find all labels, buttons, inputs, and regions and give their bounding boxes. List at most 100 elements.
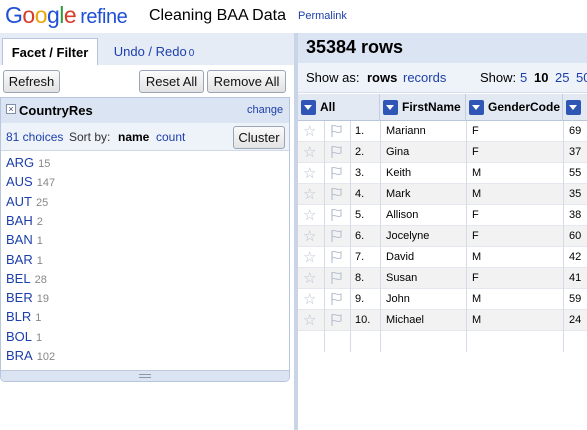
facet-change-link[interactable]: change [247, 104, 283, 116]
flag-icon[interactable] [329, 229, 343, 243]
cell-gendercode[interactable]: F [472, 209, 479, 221]
facet-choice-count: 1 [36, 235, 43, 248]
column-gendercode: GenderCode [466, 94, 563, 121]
cell-firstname[interactable]: Mariann [386, 125, 426, 137]
cell-firstname[interactable]: Allison [386, 209, 418, 221]
cell-firstname[interactable]: Michael [386, 314, 424, 326]
flag-icon[interactable] [329, 208, 343, 222]
facet-choice-count: 15 [38, 158, 51, 170]
tab-facet-filter[interactable]: Facet / Filter [2, 38, 98, 65]
star-icon[interactable]: ☆ [303, 187, 318, 202]
page-size-10[interactable]: 10 [534, 70, 548, 85]
cell-gendercode[interactable]: F [472, 230, 479, 242]
facet-choice[interactable]: BEL 28 [6, 271, 47, 290]
choices-count[interactable]: 81 choices [6, 130, 63, 144]
facet-choice[interactable]: ARG 15 [6, 155, 50, 174]
column-all-label: All [320, 100, 336, 114]
remove-all-button[interactable]: Remove All [207, 70, 286, 93]
flag-icon[interactable] [329, 292, 343, 306]
divider [466, 121, 467, 352]
column-menu-icon[interactable] [469, 100, 484, 115]
flag-icon[interactable] [329, 313, 343, 327]
cell-firstname[interactable]: Keith [386, 167, 411, 179]
column-menu-icon[interactable] [383, 100, 398, 115]
resize-handle-icon[interactable] [1, 370, 289, 381]
cell-firstname[interactable]: Jocelyne [386, 230, 429, 242]
cell-age[interactable]: 59 [569, 293, 581, 305]
sort-by-count-link[interactable]: count [156, 130, 185, 144]
star-icon[interactable]: ☆ [303, 124, 318, 139]
cell-firstname[interactable]: David [386, 251, 414, 263]
close-icon[interactable]: × [6, 104, 16, 114]
flag-icon[interactable] [329, 271, 343, 285]
project-title[interactable]: Cleaning BAA Data [149, 7, 286, 25]
refresh-button[interactable]: Refresh [3, 70, 60, 93]
column-header-row: All FirstName GenderCode [298, 94, 587, 121]
flag-icon[interactable] [329, 145, 343, 159]
left-tabs: Facet / Filter Undo / Redo 0 [0, 33, 294, 65]
reset-all-button[interactable]: Reset All [139, 70, 204, 93]
facet-choice[interactable]: BAN 1 [6, 232, 43, 251]
star-icon[interactable]: ☆ [303, 229, 318, 244]
facet-choice[interactable]: BLR 1 [6, 309, 41, 328]
cell-age[interactable]: 55 [569, 167, 581, 179]
logo-product: refine [80, 6, 128, 28]
cluster-button[interactable]: Cluster [233, 126, 285, 149]
cell-age[interactable]: 42 [569, 251, 581, 263]
star-icon[interactable]: ☆ [303, 313, 318, 328]
facet-choice[interactable]: BAR 1 [6, 252, 43, 271]
cell-age[interactable]: 41 [569, 272, 581, 284]
facet-choice-count: 102 [36, 351, 56, 363]
cell-gendercode[interactable]: F [472, 125, 479, 137]
cell-gendercode[interactable]: M [472, 314, 481, 326]
refine-app: Google refine Cleaning BAA Data Permalink… [0, 0, 587, 430]
permalink-link[interactable]: Permalink [298, 10, 347, 22]
divider [380, 121, 381, 352]
cell-firstname[interactable]: Gina [386, 146, 409, 158]
flag-icon[interactable] [329, 124, 343, 138]
flag-icon[interactable] [329, 187, 343, 201]
google-refine-logo[interactable]: Google refine [5, 2, 128, 29]
facet-choice[interactable]: BRA 102 [6, 348, 55, 367]
cell-firstname[interactable]: Susan [386, 272, 417, 284]
page-size-25[interactable]: 25 [555, 70, 569, 85]
cell-gendercode[interactable]: M [472, 188, 481, 200]
cell-firstname[interactable]: John [386, 293, 410, 305]
cell-gendercode[interactable]: F [472, 272, 479, 284]
star-icon[interactable]: ☆ [303, 166, 318, 181]
flag-icon[interactable] [329, 166, 343, 180]
row-index: 9. [355, 293, 365, 305]
cell-age[interactable]: 60 [569, 230, 581, 242]
facet-choice[interactable]: BER 19 [6, 290, 49, 309]
page-size-5[interactable]: 5 [520, 70, 527, 85]
facet-choice[interactable]: AUT 25 [6, 194, 48, 213]
cell-gendercode[interactable]: M [472, 251, 481, 263]
page-size-50[interactable]: 50 [576, 70, 587, 85]
star-icon[interactable]: ☆ [303, 292, 318, 307]
star-icon[interactable]: ☆ [303, 208, 318, 223]
facet-choice[interactable]: BOL 1 [6, 329, 42, 348]
facet-choice-name: BLR [6, 309, 32, 325]
table-row: ☆ 10. Michael M 24 [298, 310, 587, 331]
sort-by-name: name [118, 130, 150, 144]
mode-records-link[interactable]: records [403, 70, 446, 85]
tab-undo-redo[interactable]: Undo / Redo 0 [104, 38, 204, 65]
cell-firstname[interactable]: Mark [386, 188, 410, 200]
column-menu-icon[interactable] [566, 100, 581, 115]
cell-age[interactable]: 24 [569, 314, 581, 326]
cell-age[interactable]: 35 [569, 188, 581, 200]
cell-age[interactable]: 69 [569, 125, 581, 137]
cell-gendercode[interactable]: M [472, 167, 481, 179]
cell-gendercode[interactable]: M [472, 293, 481, 305]
cell-age[interactable]: 37 [569, 146, 581, 158]
facet-choice[interactable]: AUS 147 [6, 174, 55, 193]
star-icon[interactable]: ☆ [303, 145, 318, 160]
sort-by-label: Sort by: [69, 130, 111, 144]
flag-icon[interactable] [329, 250, 343, 264]
cell-gendercode[interactable]: F [472, 146, 479, 158]
facet-choice[interactable]: BAH 2 [6, 213, 43, 232]
star-icon[interactable]: ☆ [303, 250, 318, 265]
star-icon[interactable]: ☆ [303, 271, 318, 286]
cell-age[interactable]: 38 [569, 209, 581, 221]
column-menu-icon[interactable] [301, 100, 316, 115]
